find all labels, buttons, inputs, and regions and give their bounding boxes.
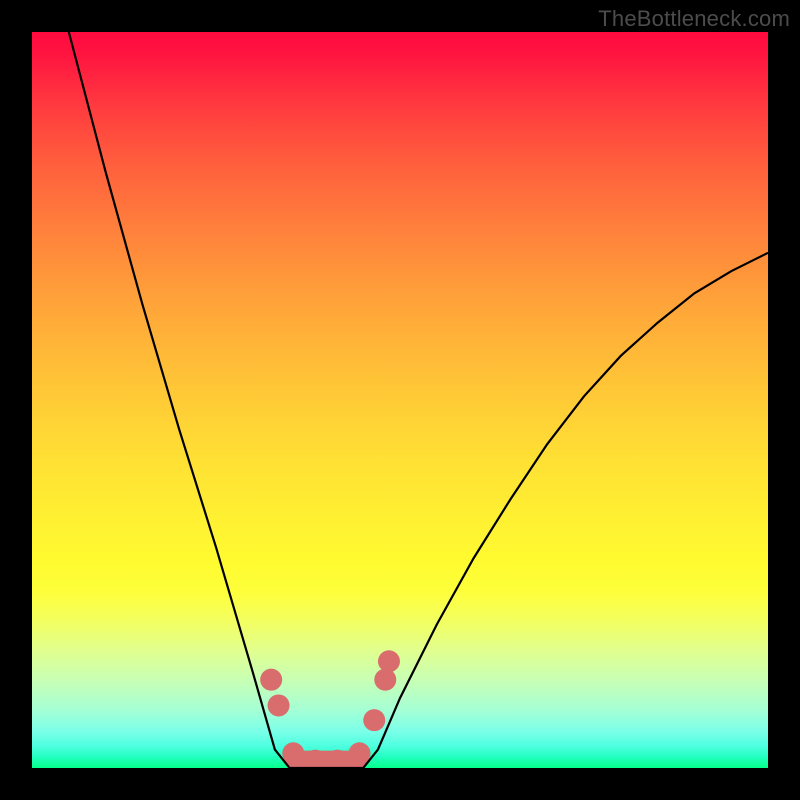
bottleneck-curve	[69, 32, 768, 768]
valley-marker	[260, 669, 282, 691]
valley-marker	[374, 669, 396, 691]
watermark-text: TheBottleneck.com	[598, 6, 790, 32]
valley-marker	[363, 709, 385, 731]
outer-frame: TheBottleneck.com	[0, 0, 800, 800]
valley-marker	[268, 694, 290, 716]
chart-svg	[32, 32, 768, 768]
plot-area	[32, 32, 768, 768]
valley-floor-bar	[286, 751, 367, 768]
valley-marker	[378, 650, 400, 672]
valley-marker-layer	[260, 650, 400, 768]
